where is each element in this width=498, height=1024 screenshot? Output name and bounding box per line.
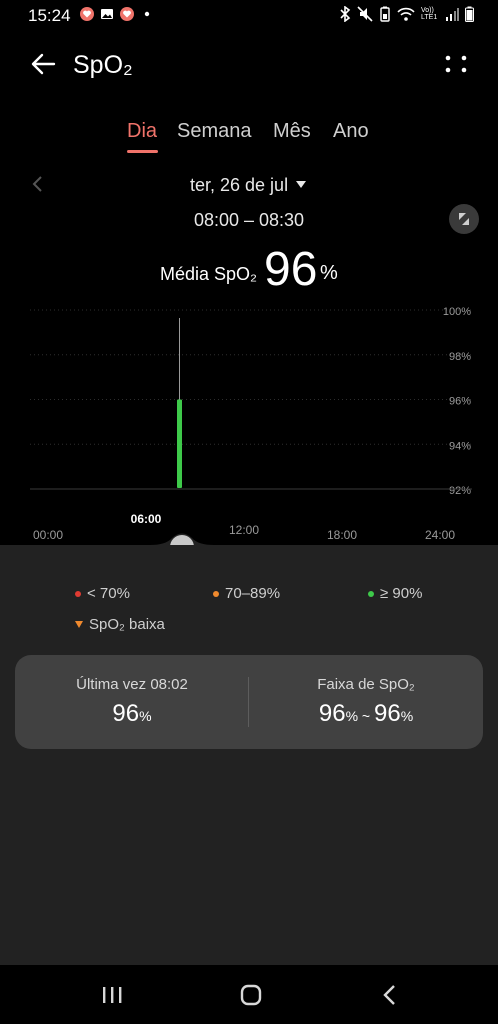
details-panel: < 70% 70–89% ≥ 90% SpO₂ baixa Última vez… xyxy=(0,545,498,965)
system-nav-bar xyxy=(0,965,498,1024)
y-tick-label: 98% xyxy=(449,351,471,363)
spo2-chart[interactable]: 100% 98% 96% 94% 92% 00:00 06:00 12:00 18:00 24:0… xyxy=(0,296,498,550)
dropdown-caret-icon[interactable] xyxy=(296,181,306,188)
dot-icon xyxy=(144,11,150,17)
notification-icons xyxy=(80,7,154,21)
x-tick-label: 24:00 xyxy=(425,528,455,542)
date-selector: ter, 26 de jul xyxy=(0,170,498,200)
spo2-range-label: Faixa de SpO₂ xyxy=(317,676,415,693)
network-label: Vo)) LTE1 xyxy=(421,7,438,21)
average-label: Média SpO₂ xyxy=(160,264,258,284)
x-tick-label: 06:00 xyxy=(131,512,162,526)
y-tick-label: 92% xyxy=(449,485,471,497)
previous-day-icon[interactable] xyxy=(30,172,46,196)
summary-card: Última vez 08:02 96% Faixa de SpO₂ 96% ~… xyxy=(15,655,483,749)
red-dot-icon xyxy=(75,590,81,597)
gallery-icon xyxy=(101,9,113,19)
signal-icon xyxy=(446,8,459,21)
x-tick-label: 00:00 xyxy=(33,528,63,542)
date-dropdown[interactable]: ter, 26 de jul xyxy=(190,175,288,196)
green-dot-icon xyxy=(368,590,374,597)
back-arrow-icon[interactable] xyxy=(28,50,60,78)
status-time: 15:24 xyxy=(28,6,71,25)
bluetooth-icon xyxy=(340,6,351,22)
average-value: 96 xyxy=(264,243,318,296)
y-tick-label: 96% xyxy=(449,396,471,408)
recent-apps-icon[interactable] xyxy=(92,979,132,1011)
battery-saver-icon xyxy=(380,6,390,22)
orange-dot-icon xyxy=(213,590,219,597)
y-tick-label: 94% xyxy=(449,440,471,452)
period-tabs: Dia Semana Mês Ano xyxy=(0,118,498,158)
legend-item-low-spo2: SpO₂ baixa xyxy=(75,616,165,633)
y-tick-label: 100% xyxy=(443,306,471,318)
legend-label: < 70% xyxy=(87,585,130,602)
health-heart-icon xyxy=(120,7,134,21)
spo2-range-value: 96% ~ 96% xyxy=(318,700,414,727)
legend-label: 70–89% xyxy=(225,585,281,602)
status-bar: 15:24 Vo)) LTE1 xyxy=(0,0,498,32)
legend: < 70% 70–89% ≥ 90% SpO₂ baixa xyxy=(0,581,498,641)
x-tick-label: 18:00 xyxy=(327,528,357,542)
tab-day[interactable]: Dia xyxy=(127,120,157,143)
last-reading-label: Última vez 08:02 xyxy=(76,676,188,693)
health-heart-icon xyxy=(80,7,94,21)
back-nav-icon[interactable] xyxy=(370,979,410,1011)
mute-icon xyxy=(357,6,373,22)
legend-label: ≥ 90% xyxy=(380,585,423,602)
spo2-bar xyxy=(177,399,182,488)
active-tab-indicator xyxy=(127,150,158,153)
legend-item-low: < 70% xyxy=(75,585,130,602)
expand-icon[interactable] xyxy=(449,204,479,234)
page-title: SpO₂ xyxy=(73,51,133,79)
system-icons: Vo)) LTE1 xyxy=(339,6,474,22)
orange-triangle-icon xyxy=(75,621,83,628)
last-reading-value: 96% xyxy=(112,700,152,727)
tab-week[interactable]: Semana xyxy=(177,120,252,143)
legend-item-mid: 70–89% xyxy=(213,585,280,602)
x-tick-label: 12:00 xyxy=(229,523,259,537)
average-unit: % xyxy=(320,262,338,284)
time-range: 08:00 – 08:30 xyxy=(193,210,305,230)
home-icon[interactable] xyxy=(231,979,271,1011)
tab-year[interactable]: Ano xyxy=(333,120,369,143)
legend-label: SpO₂ baixa xyxy=(89,616,165,633)
tab-month[interactable]: Mês xyxy=(273,120,311,143)
more-options-icon[interactable] xyxy=(444,50,468,78)
battery-icon xyxy=(465,6,474,22)
last-reading: Última vez 08:02 96% xyxy=(15,655,249,749)
spo2-range: Faixa de SpO₂ 96% ~ 96% xyxy=(249,655,483,749)
legend-item-high: ≥ 90% xyxy=(368,585,422,602)
wifi-icon xyxy=(397,7,415,21)
app-header: SpO₂ xyxy=(0,40,498,92)
average-summary: Média SpO₂ 96 % xyxy=(0,238,498,296)
